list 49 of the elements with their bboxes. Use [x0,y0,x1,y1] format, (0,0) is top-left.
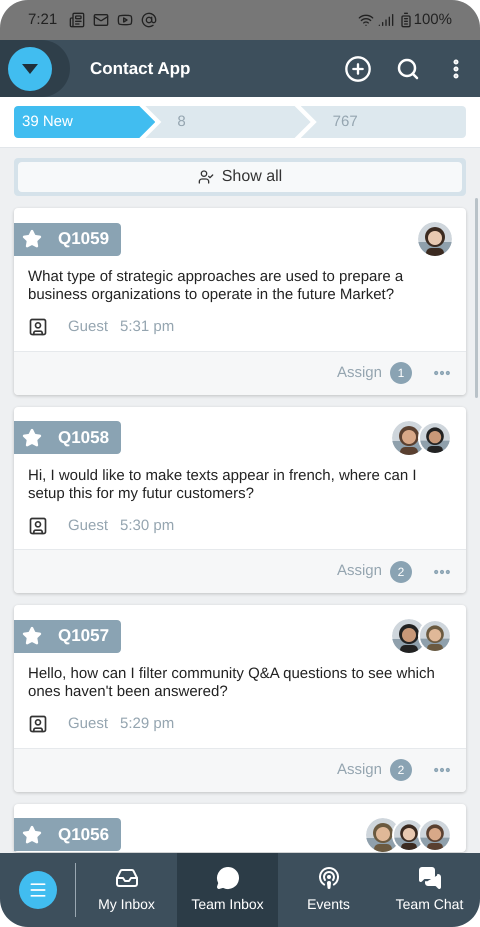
question-id: Q1058 [58,426,110,449]
nav-tab[interactable]: Team Chat [379,853,480,927]
battery-level: 100% [414,10,452,30]
star-icon[interactable] [22,824,42,844]
question-text: Hello, how can I filter community Q&A questions to see which ones haven't been answered? [27,664,436,701]
assign-count: 1 [390,362,412,384]
time-label: 5:31 pm [120,317,174,337]
add-icon[interactable] [344,54,372,82]
search-icon[interactable] [396,56,420,80]
author-label: Guest [68,516,108,536]
nav-tab[interactable]: Events [278,853,379,927]
podcast-icon [316,866,340,890]
signal-icon [378,12,394,28]
app-title: Contact App [90,58,192,80]
caret-icon [22,64,38,74]
question-id: Q1059 [58,228,110,250]
question-id: Q1056 [58,824,110,846]
menu-button[interactable] [18,871,56,909]
time-label: 5:30 pm [120,516,174,536]
user-check-icon [198,169,214,185]
time-label: 5:29 pm [120,714,174,734]
show-all-button[interactable]: Show all [18,162,462,192]
chat-bubble-icon [216,866,240,890]
star-icon[interactable] [22,229,42,249]
wifi-icon [358,12,374,28]
video-icon [117,12,134,28]
chat-bubbles-icon [418,866,442,890]
author-label: Guest [68,714,108,734]
star-icon[interactable] [22,428,42,448]
news-icon [69,12,86,28]
question-id: Q1057 [58,625,110,648]
question-card[interactable]: Q1057 Hello, how can I filter community Q&A questions to see which ones haven't been answered? Guest 5:29 pm Assign 2 [14,605,466,792]
star-icon[interactable] [22,626,42,646]
assign-count: 2 [390,560,412,582]
dropdown-button[interactable] [0,40,70,97]
assign-count: 2 [390,759,412,781]
contact-card-icon [28,317,48,338]
question-card[interactable]: Q1058 Hi, I would like to make texts appear in french, where can I setup this for my futur customers? Guest 5:30 pm Assign 2 [14,406,466,593]
contact-card-icon [28,714,48,734]
status-time: 7:21 [28,10,58,30]
author-label: Guest [68,317,108,337]
nav-tab[interactable]: My Inbox [76,853,177,927]
question-text: Hi, I would like to make texts appear in french, where can I setup this for my futur customers? [27,466,418,502]
nav-tab[interactable]: Team Inbox [177,853,278,927]
contact-card-icon [28,516,48,536]
question-card[interactable]: Q1059 What type of strategic approaches are used to prepare a business organizations to operate in the future Market? Guest 5:31 pm Assign 1 [14,208,466,394]
mail-icon [93,12,110,28]
question-text: What type of strategic approaches are used to prepare a business organizations to operate in the future Market? [27,267,404,304]
at-icon [141,12,158,28]
